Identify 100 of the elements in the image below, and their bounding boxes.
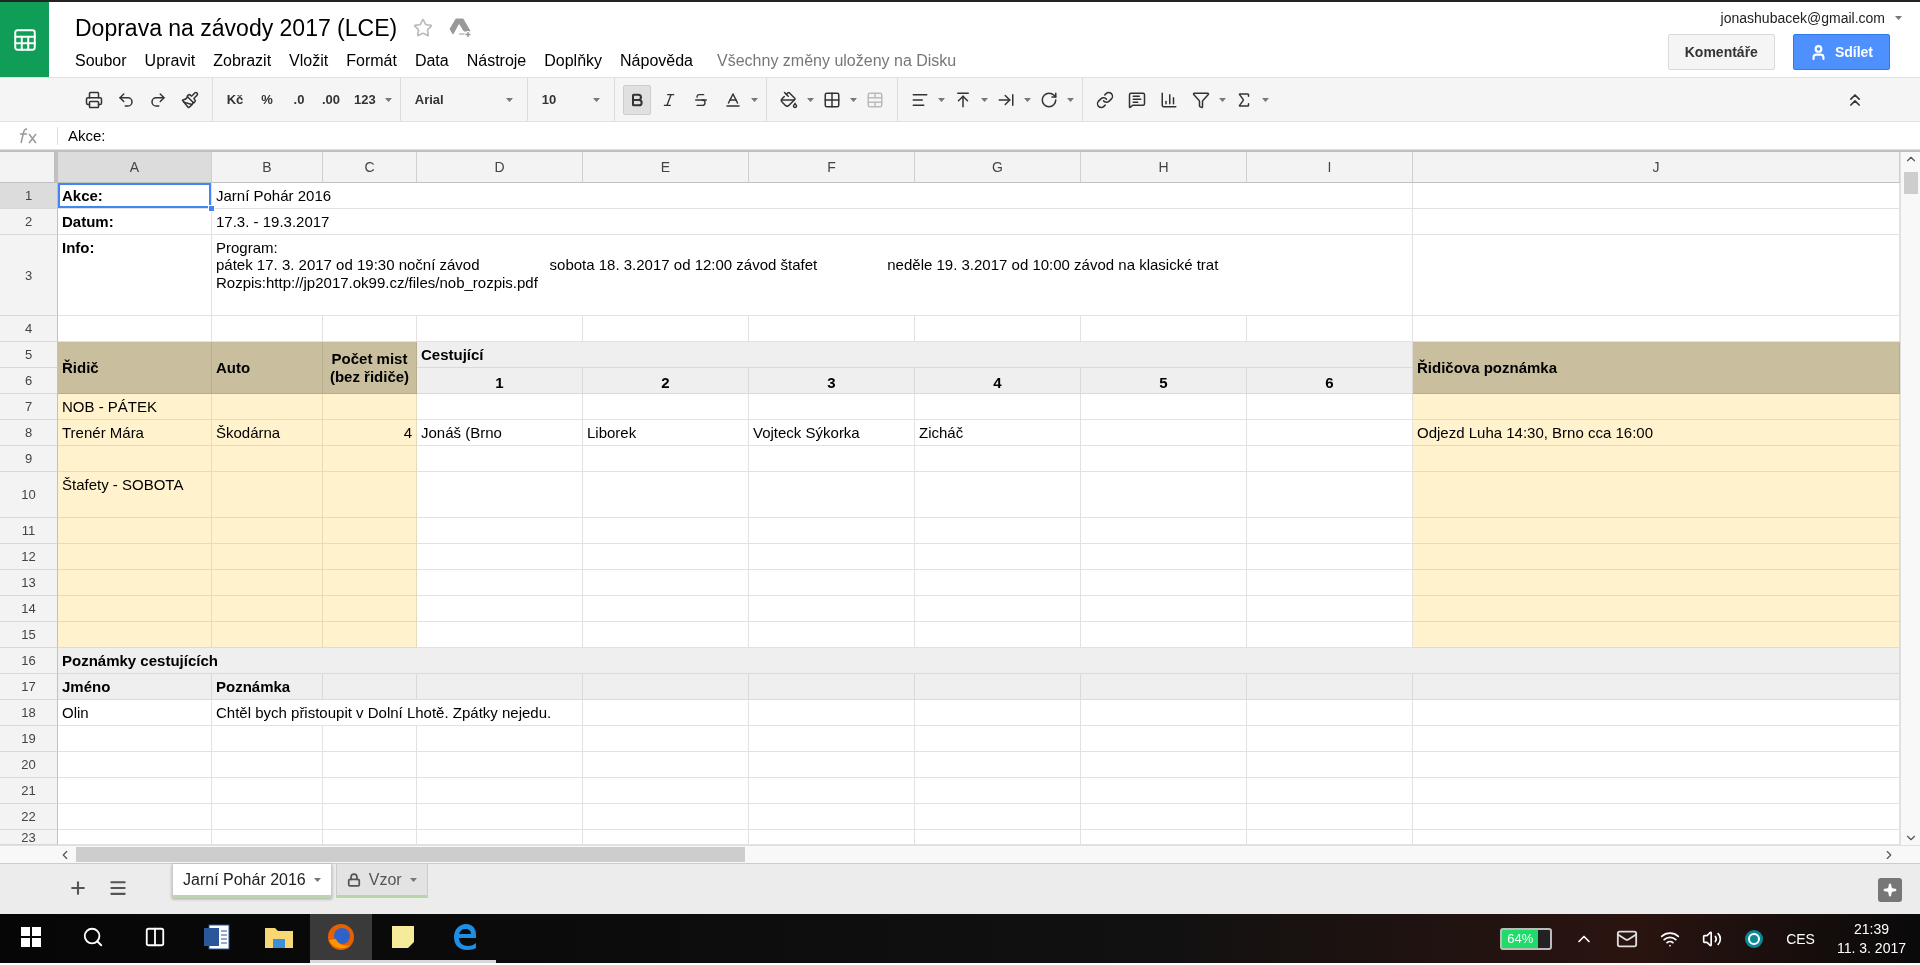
row-header[interactable]: 16: [0, 648, 58, 674]
e-circle-icon[interactable]: [1744, 928, 1765, 949]
table-cell[interactable]: Olin: [58, 700, 212, 726]
table-cell[interactable]: 17.3. - 19.3.2017: [212, 209, 1413, 235]
table-cell[interactable]: Akce:: [58, 183, 212, 209]
table-cell[interactable]: 1: [417, 368, 583, 394]
row-header[interactable]: 12: [0, 544, 58, 570]
sheet-tab[interactable]: Jarní Pohár 2016: [172, 864, 332, 898]
scrollbar-thumb[interactable]: [76, 847, 745, 862]
star-icon[interactable]: [413, 18, 434, 38]
table-cell[interactable]: Štafety - SOBOTA: [58, 472, 212, 518]
decrease-decimals-button[interactable]: .0: [285, 84, 313, 115]
column-header[interactable]: I: [1247, 152, 1413, 183]
select-all-corner[interactable]: [0, 152, 58, 183]
row-header[interactable]: 13: [0, 570, 58, 596]
row-header[interactable]: 11: [0, 518, 58, 544]
table-cell[interactable]: Auto: [212, 342, 323, 394]
column-header[interactable]: B: [212, 152, 323, 183]
row-header[interactable]: 6: [0, 368, 58, 394]
bold-button[interactable]: [622, 84, 651, 115]
table-cell[interactable]: NOB - PÁTEK: [58, 394, 212, 420]
menu-item[interactable]: Upravit: [135, 48, 205, 74]
table-cell[interactable]: Jméno: [58, 674, 212, 700]
clock[interactable]: 21:39 11. 3. 2017: [1836, 919, 1906, 958]
column-header[interactable]: J: [1413, 152, 1900, 183]
row-header[interactable]: 20: [0, 752, 58, 778]
table-cell[interactable]: Řidičova poznámka: [1413, 342, 1900, 394]
column-header[interactable]: A: [58, 152, 212, 183]
row-header[interactable]: 9: [0, 446, 58, 472]
input-language[interactable]: CES: [1786, 930, 1815, 947]
table-cell[interactable]: Liborek: [583, 420, 749, 446]
row-header[interactable]: 15: [0, 622, 58, 648]
row-header[interactable]: 4: [0, 316, 58, 342]
account-email[interactable]: jonashubacek@gmail.com: [1720, 10, 1885, 26]
increase-decimals-button[interactable]: .00: [317, 84, 346, 115]
menu-item[interactable]: Nápověda: [611, 48, 702, 74]
font-size-dropdown[interactable]: 10: [535, 84, 606, 115]
table-cell[interactable]: 4: [323, 420, 417, 446]
table-cell[interactable]: 4: [915, 368, 1081, 394]
row-header[interactable]: 18: [0, 700, 58, 726]
table-cell[interactable]: Datum:: [58, 209, 212, 235]
volume-icon[interactable]: [1702, 928, 1723, 949]
row-header[interactable]: 10: [0, 472, 58, 518]
menu-item[interactable]: Soubor: [75, 48, 136, 74]
percent-button[interactable]: %: [253, 84, 281, 115]
table-cell[interactable]: Poznámky cestujících: [58, 648, 1900, 674]
table-cell[interactable]: 5: [1081, 368, 1247, 394]
fill-handle[interactable]: [208, 205, 215, 212]
table-cell[interactable]: Zicháč: [915, 420, 1081, 446]
sheet-tab[interactable]: Vzor: [335, 864, 428, 898]
row-header[interactable]: 7: [0, 394, 58, 420]
table-cell[interactable]: Počet mist (bez řidiče): [323, 342, 417, 394]
table-cell[interactable]: Odjezd Luha 14:30, Brno cca 16:00: [1413, 420, 1900, 446]
table-cell[interactable]: Jonáš (Brno: [417, 420, 583, 446]
comments-button[interactable]: Komentáře: [1667, 34, 1775, 70]
column-header[interactable]: G: [915, 152, 1081, 183]
row-header[interactable]: 21: [0, 778, 58, 804]
column-header[interactable]: F: [749, 152, 915, 183]
table-cell[interactable]: Vojteck Sýkorka: [749, 420, 915, 446]
column-header[interactable]: C: [323, 152, 417, 183]
document-title[interactable]: Doprava na závody 2017 (LCE): [75, 14, 398, 42]
triangle-plus-icon[interactable]: [449, 18, 474, 38]
column-header[interactable]: H: [1081, 152, 1247, 183]
table-cell[interactable]: 2: [583, 368, 749, 394]
table-cell[interactable]: 6: [1247, 368, 1413, 394]
row-header[interactable]: 23: [0, 830, 58, 845]
row-header[interactable]: 8: [0, 420, 58, 446]
table-cell[interactable]: Škodárna: [212, 420, 323, 446]
table-cell[interactable]: Řidič: [58, 342, 212, 394]
column-header[interactable]: E: [583, 152, 749, 183]
globe-icon[interactable]: [310, 914, 372, 963]
explore-button[interactable]: [1878, 878, 1902, 902]
table-cell[interactable]: Info:: [58, 235, 212, 316]
row-header[interactable]: 5: [0, 342, 58, 368]
menu-item[interactable]: Doplňky: [535, 48, 612, 74]
save-status[interactable]: Všechny změny uloženy na Disku: [717, 52, 957, 70]
table-cell[interactable]: Chtěl bych přistoupit v Dolní Lhotě. Zpátky nejedu.: [212, 700, 583, 726]
row-header[interactable]: 3: [0, 235, 58, 316]
font-dropdown[interactable]: Arial: [408, 84, 519, 115]
row-header[interactable]: 14: [0, 596, 58, 622]
row-header[interactable]: 22: [0, 804, 58, 830]
menu-item[interactable]: Zobrazit: [204, 48, 281, 74]
row-header[interactable]: 17: [0, 674, 58, 700]
table-cell[interactable]: Cestující: [417, 342, 1413, 368]
spreadsheet-logo[interactable]: [0, 2, 49, 77]
row-header[interactable]: 1: [0, 183, 58, 209]
menu-item[interactable]: Formát: [337, 48, 406, 74]
row-header[interactable]: 2: [0, 209, 58, 235]
table-cell[interactable]: Trenér Mára: [58, 420, 212, 446]
menu-item[interactable]: Vložit: [280, 48, 338, 74]
menu-item[interactable]: Nástroje: [457, 48, 536, 74]
scrollbar-thumb[interactable]: [1903, 172, 1918, 194]
currency-button[interactable]: Kč: [221, 84, 249, 115]
table-cell[interactable]: Poznámka: [212, 674, 323, 700]
table-cell[interactable]: 3: [749, 368, 915, 394]
row-header[interactable]: 19: [0, 726, 58, 752]
column-header[interactable]: D: [417, 152, 583, 183]
menu-item[interactable]: Data: [405, 48, 458, 74]
table-cell[interactable]: Jarní Pohár 2016: [212, 183, 1413, 209]
number-format-button[interactable]: 123: [349, 84, 381, 115]
